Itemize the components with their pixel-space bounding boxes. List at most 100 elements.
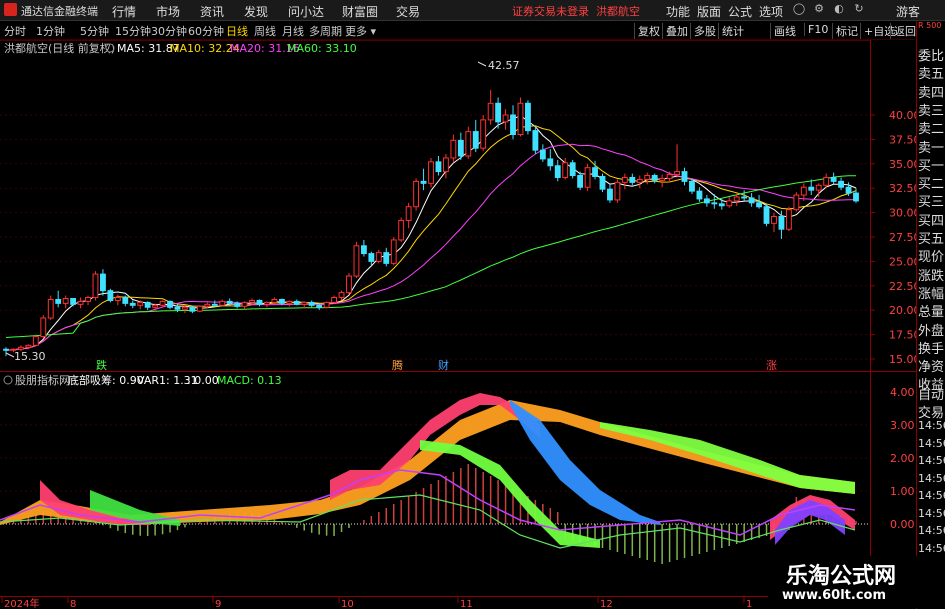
side-panel-field: 委比 [918,49,945,64]
candle-body [114,297,121,301]
candle-body [92,273,99,299]
price-tick-label: 30.00 [889,207,916,220]
signal-marker-wealth: 财 [438,358,449,372]
side-panel-field: 卖二 [918,122,945,138]
trade-time: 14:56 [918,471,945,485]
candle-body [152,304,159,308]
candle-body [644,175,651,180]
candle-body [592,167,598,177]
candle-body [823,176,830,186]
candle-body [167,300,173,308]
side-panel-field: 卖五 [918,67,945,83]
signal-marker-up: 涨 [766,359,777,372]
trade-time: 14:56 [918,436,945,450]
price-tick-label: 17.50 [889,329,916,342]
date-axis: 2024年 8 9 10 11 12 1 [1,597,752,609]
candle-body [256,299,263,305]
candle-body [353,245,360,277]
candle-body [659,177,666,181]
price-tick-label: 35.00 [889,158,916,171]
indicator-bottom-value: 底部吸筹: 0.90 [68,373,144,387]
candle-body [495,102,502,123]
price-chart-area[interactable]: 40.00 37.50 35.00 32.50 30.00 27.50 25.00 22.50… [0,0,916,609]
candle-body [562,162,569,178]
candle-body [211,303,218,306]
candle-body [264,301,270,305]
side-panel-field: 买三 [918,195,945,211]
candle-body [405,206,412,221]
candle-body [487,102,494,121]
indicator-settings-icon[interactable] [3,375,13,385]
candle-body [375,252,382,262]
candle-body [308,301,315,306]
indicator-zero-value: : 0.00 [187,374,219,387]
candle-body [696,190,703,200]
signal-marker-rise: 腾 [392,358,403,372]
candle-body [241,301,248,307]
trade-time: 14:56 [918,506,945,520]
candle-body [838,180,845,188]
candle-body [607,188,613,201]
candle-body [599,175,606,190]
side-panel-field: 买五 [918,232,945,247]
candle-body [293,300,300,305]
candle-body [771,216,777,224]
candle-body [226,300,233,304]
candle-body [703,198,710,204]
candle-body [480,119,487,149]
candle-body [674,171,680,176]
candle-body [107,290,114,301]
candle-body [472,131,479,149]
price-axis: 40.00 37.50 35.00 32.50 30.00 27.50 25.00 22.50… [870,109,916,366]
auto-trade-label: 交易 [918,405,945,421]
watermark-url: www.60lt.com [782,588,887,603]
side-panel-field: 涨跌 [918,268,945,284]
candle-body [70,297,77,305]
indicator-tick-label: 4.00 [890,386,915,399]
date-tick-label: 8 [70,599,76,609]
watermark-title: 乐淘公式网 [786,564,897,589]
side-panel-field: 总量 [918,305,945,321]
candle-body [457,139,464,157]
candle-body [785,209,792,230]
date-tick-label: 11 [460,599,473,609]
chart-title: 洪都航空(日线 前复权) [4,41,115,55]
moving-average-lines [5,115,857,351]
candle-body [278,298,285,304]
candle-body [144,301,151,308]
candle-body [778,216,785,230]
candle-body [174,306,181,310]
indicator-title: 股朋指标网 [15,373,70,387]
candle-body [286,300,293,304]
high-pointer [477,61,487,67]
candle-body [47,298,54,319]
candle-body [196,305,203,312]
candle-body [636,178,643,183]
candle-body [234,302,241,307]
candle-body [398,219,405,241]
ma5-line [5,115,857,351]
candle-body [390,239,397,264]
candle-body [428,161,434,184]
candle-body [413,180,420,208]
side-panel-field: 买二 [918,177,945,193]
candle-body [510,114,516,136]
candle-body [614,181,621,201]
candle-body [808,186,815,191]
candle-body [450,139,457,159]
candle-body [711,202,718,205]
low-pointer [5,352,15,358]
trade-time: 14:56 [918,419,945,432]
candle-body [55,298,62,304]
candle-body [32,336,39,346]
candle-body [651,175,658,181]
candle-body [331,297,337,303]
price-grid [0,114,870,360]
trade-time: 14:56 [918,489,945,502]
watermark: 乐淘公式网 www.60lt.com [768,556,918,608]
candle-body [159,300,166,306]
signal-marker-fall: 跌 [96,358,107,372]
candle-body [681,171,688,182]
candle-body [122,297,129,304]
candle-body [189,306,196,312]
